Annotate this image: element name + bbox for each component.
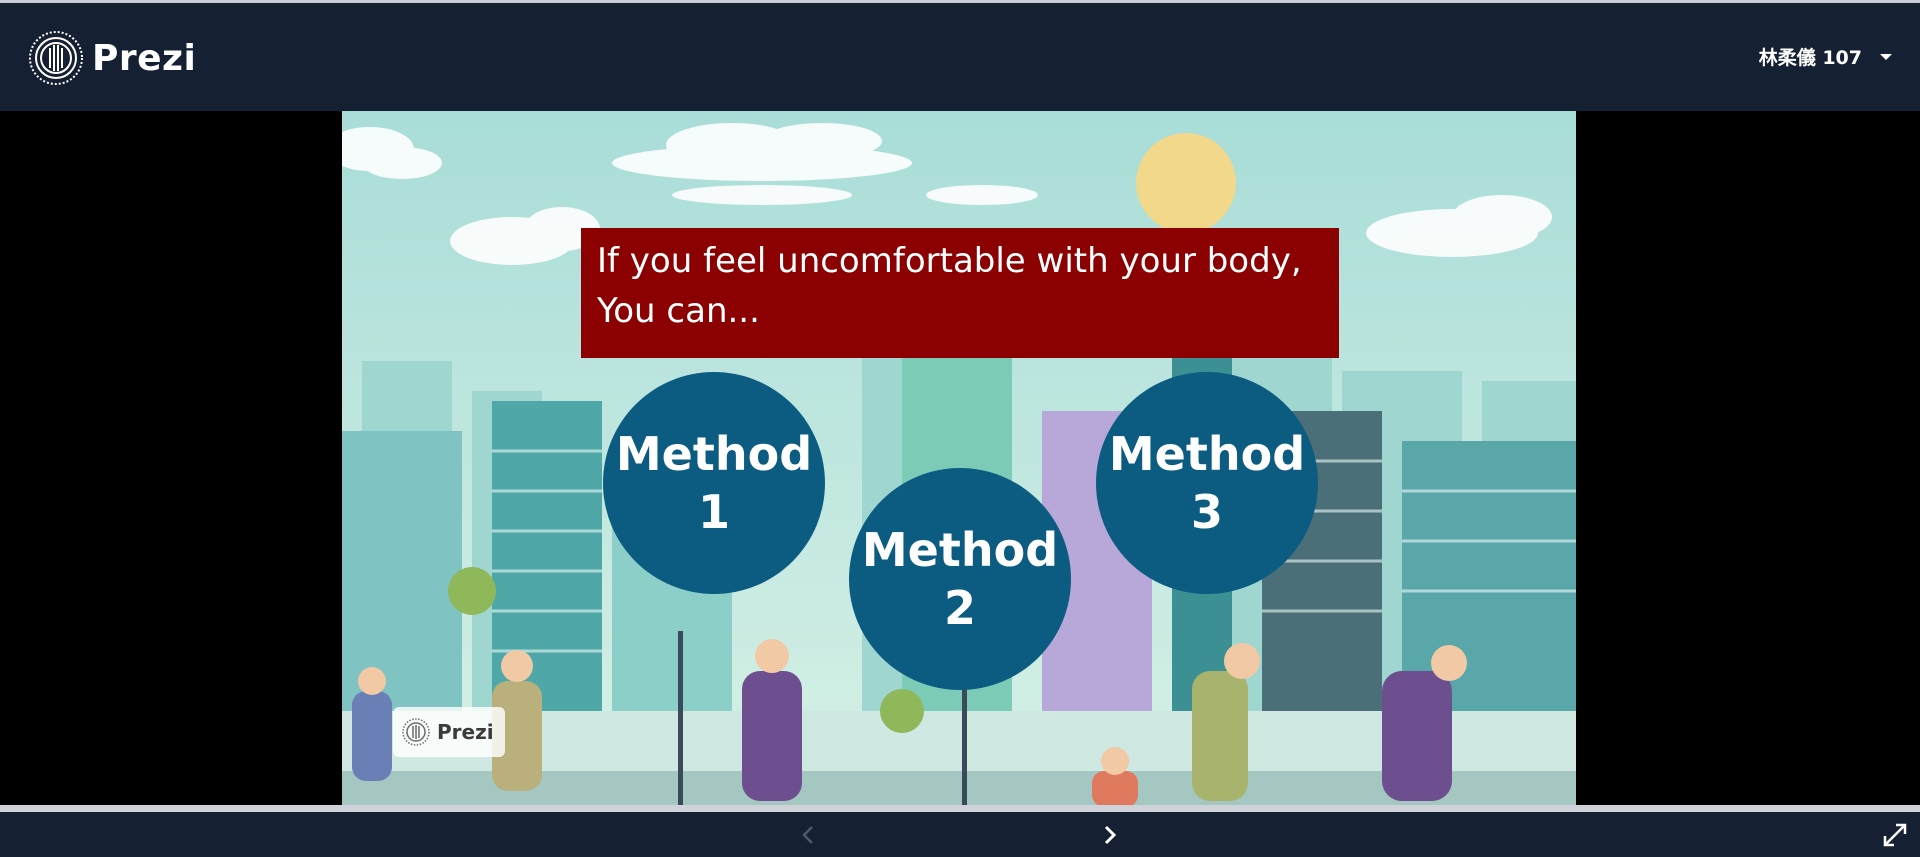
prezi-logo-icon (402, 718, 430, 746)
method-1-number: 1 (697, 485, 730, 539)
watermark-text: Prezi (437, 720, 494, 744)
progress-strip (0, 805, 1920, 812)
method-3-circle[interactable]: Method 3 (1096, 372, 1318, 594)
method-2-circle[interactable]: Method 2 (849, 468, 1071, 690)
prezi-watermark[interactable]: Prezi (393, 707, 505, 757)
expand-icon (1883, 823, 1907, 847)
method-1-word: Method (615, 427, 813, 481)
bottom-bar (0, 812, 1920, 857)
method-2-word: Method (861, 523, 1059, 577)
presentation-stage: If you feel uncomfortable with your body… (0, 111, 1920, 807)
chevron-right-icon (1104, 825, 1117, 845)
prezi-logo-icon (29, 31, 83, 85)
prezi-logo[interactable]: Prezi (28, 29, 196, 87)
slide-title-box[interactable]: If you feel uncomfortable with your body… (581, 228, 1339, 358)
slide-title-line-1: If you feel uncomfortable with your body… (597, 241, 1302, 281)
next-button[interactable] (1095, 820, 1125, 850)
method-1-circle[interactable]: Method 1 (603, 372, 825, 594)
chevron-down-icon (1880, 53, 1892, 60)
city-background-illustration (342, 111, 1576, 807)
slide: If you feel uncomfortable with your body… (342, 111, 1576, 807)
brand-name: Prezi (92, 37, 197, 79)
user-name: 林柔儀 107 (1758, 47, 1862, 69)
top-bar: Prezi 林柔儀 107 (0, 0, 1920, 111)
user-menu[interactable]: 林柔儀 107 (1759, 43, 1892, 70)
chevron-left-icon (802, 826, 813, 844)
method-3-number: 3 (1190, 485, 1223, 539)
slide-title-line-2: You can... (597, 291, 760, 331)
method-2-number: 2 (943, 581, 976, 635)
method-3-word: Method (1108, 427, 1306, 481)
previous-button[interactable] (793, 820, 823, 850)
fullscreen-button[interactable] (1882, 822, 1908, 848)
